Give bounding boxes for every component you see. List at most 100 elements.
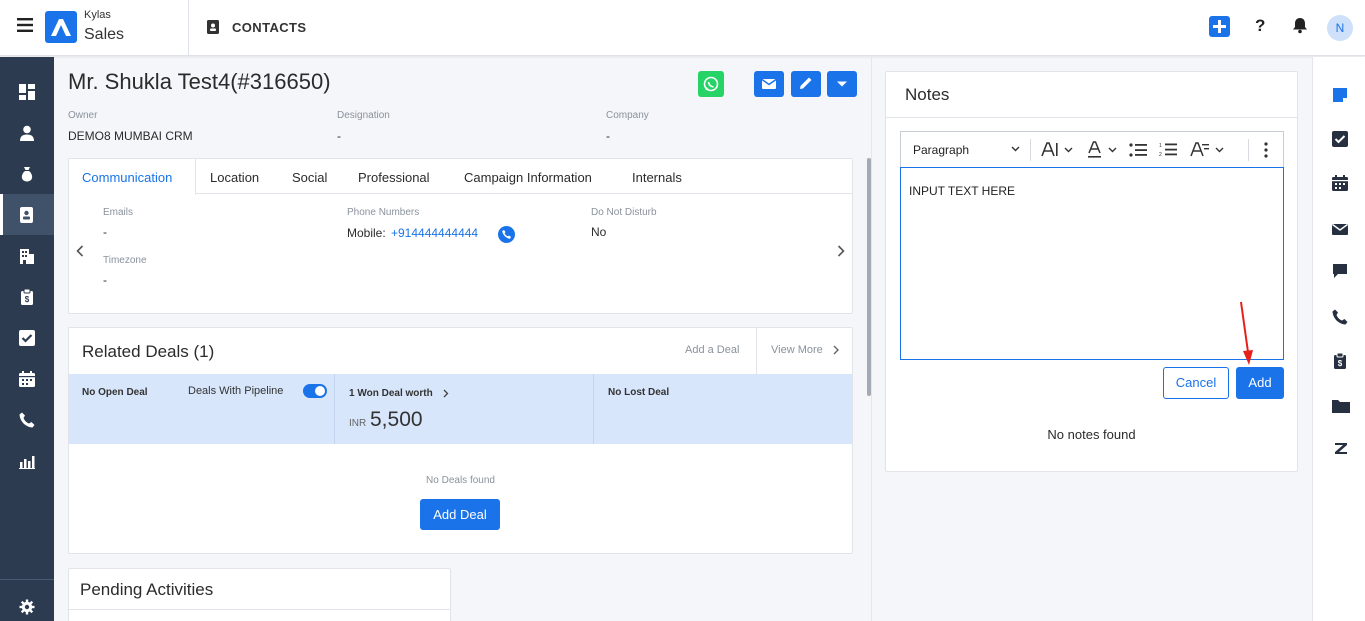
tab-internals[interactable]: Internals (632, 170, 682, 185)
call-icon[interactable] (498, 226, 515, 243)
nav-contacts[interactable] (0, 194, 54, 235)
phone-icon[interactable] (1332, 309, 1348, 325)
help-icon[interactable]: ? (1255, 16, 1265, 36)
calendar-icon[interactable] (1332, 175, 1348, 191)
nav-calls[interactable] (0, 399, 54, 440)
pending-activities-card: Pending Activities (68, 568, 451, 621)
company-value: - (606, 129, 610, 143)
module-title: CONTACTS (232, 20, 307, 35)
bulleted-list-icon[interactable] (1129, 143, 1147, 157)
email-icon[interactable] (1332, 221, 1348, 237)
contact-title: Mr. Shukla Test4(#316650) (68, 69, 331, 94)
owner-label: Owner (68, 110, 98, 121)
notes-icon[interactable] (1332, 87, 1348, 103)
add-note-button[interactable]: Add (1236, 367, 1284, 399)
tab-social[interactable]: Social (292, 170, 327, 185)
bell-icon[interactable] (1292, 17, 1308, 34)
chevron-down-icon[interactable] (1011, 146, 1020, 152)
nav-meetings[interactable] (0, 358, 54, 399)
tasks-icon[interactable] (1332, 131, 1348, 147)
nav-divider (0, 579, 54, 580)
right-rail: $ (1312, 57, 1365, 621)
money-bag-icon (21, 167, 33, 182)
chat-icon[interactable] (1332, 263, 1348, 279)
quick-add-button[interactable] (1209, 16, 1230, 37)
more-actions-button[interactable] (827, 71, 857, 97)
view-more-link[interactable]: View More (771, 344, 823, 356)
brand-top: Kylas (84, 9, 111, 21)
divider (334, 374, 335, 444)
numbered-list-icon[interactable]: 12 (1159, 142, 1177, 157)
designation-label: Designation (337, 110, 390, 121)
more-options-icon[interactable] (1264, 142, 1268, 158)
nav-leads[interactable] (0, 112, 54, 153)
folder-icon[interactable] (1332, 398, 1350, 414)
font-size-icon[interactable] (1041, 141, 1075, 159)
won-deal-label[interactable]: 1 Won Deal worth (349, 388, 433, 399)
kylas-logo[interactable] (45, 11, 77, 43)
dnd-value: No (591, 225, 607, 239)
add-a-deal-link[interactable]: Add a Deal (685, 344, 739, 356)
divider (886, 117, 1297, 118)
tab-professional[interactable]: Professional (358, 170, 430, 185)
divider (593, 374, 594, 444)
left-nav: $ (0, 57, 54, 621)
tab-communication[interactable]: Communication (82, 170, 172, 185)
editor-text[interactable]: INPUT TEXT HERE (909, 184, 1015, 198)
email-button[interactable] (754, 71, 784, 97)
cancel-button[interactable]: Cancel (1163, 367, 1229, 399)
notes-title: Notes (905, 85, 950, 104)
header-divider (756, 328, 757, 374)
emails-value: - (103, 225, 107, 239)
checkbox-icon (19, 330, 35, 346)
clipboard-dollar-icon: $ (21, 289, 33, 305)
pane-divider (871, 57, 872, 621)
edit-button[interactable] (791, 71, 821, 97)
nav-tasks[interactable] (0, 317, 54, 358)
deals-summary-strip (69, 374, 852, 444)
mobile-number-link[interactable]: +914444444444 (391, 226, 478, 240)
owner-value: DEMO8 MUMBAI CRM (68, 129, 193, 143)
phone-icon (19, 412, 35, 428)
chevron-right-icon[interactable] (443, 389, 449, 398)
font-color-icon[interactable] (1087, 141, 1119, 159)
user-icon (20, 125, 34, 141)
nav-reports[interactable] (0, 440, 54, 481)
top-bar: Kylas Sales CONTACTS ? N (0, 0, 1365, 56)
whatsapp-button[interactable] (698, 71, 724, 97)
tab-location[interactable]: Location (210, 170, 259, 185)
open-deals-text: No Open Deal (82, 387, 148, 398)
zendesk-icon[interactable] (1332, 441, 1348, 457)
pending-activities-title: Pending Activities (80, 580, 214, 599)
brand-name: Sales (84, 26, 125, 43)
svg-text:2: 2 (1159, 152, 1162, 157)
chevron-right-icon[interactable] (833, 345, 839, 355)
toolbar-divider (1030, 139, 1031, 161)
lost-deals-text: No Lost Deal (608, 387, 670, 398)
svg-text:$: $ (25, 295, 30, 304)
pipeline-toggle-label: Deals With Pipeline (188, 385, 284, 397)
nav-settings[interactable] (0, 586, 54, 621)
text-style-icon[interactable] (1190, 141, 1226, 159)
nav-dashboard[interactable] (0, 71, 54, 112)
contact-card-icon (207, 20, 220, 34)
nav-companies[interactable] (0, 235, 54, 276)
add-deal-button[interactable]: Add Deal (420, 499, 500, 530)
chevron-right-icon[interactable] (837, 245, 845, 257)
timezone-label: Timezone (103, 255, 147, 266)
quote-icon[interactable]: $ (1332, 353, 1348, 369)
details-card: Communication Location Social Profession… (68, 158, 853, 314)
mobile-label: Mobile: (347, 226, 386, 240)
format-select[interactable]: Paragraph (913, 143, 969, 157)
chart-icon (19, 456, 35, 469)
nav-quotes[interactable]: $ (0, 276, 54, 317)
nav-deals[interactable] (0, 153, 54, 194)
calendar-icon (19, 371, 35, 387)
won-currency: INR (349, 418, 367, 429)
tab-campaign-information[interactable]: Campaign Information (464, 170, 592, 185)
chevron-left-icon[interactable] (76, 245, 84, 257)
divider (69, 609, 450, 610)
avatar[interactable]: N (1327, 15, 1353, 41)
menu-icon[interactable] (17, 18, 33, 32)
pipeline-toggle[interactable] (303, 384, 327, 398)
